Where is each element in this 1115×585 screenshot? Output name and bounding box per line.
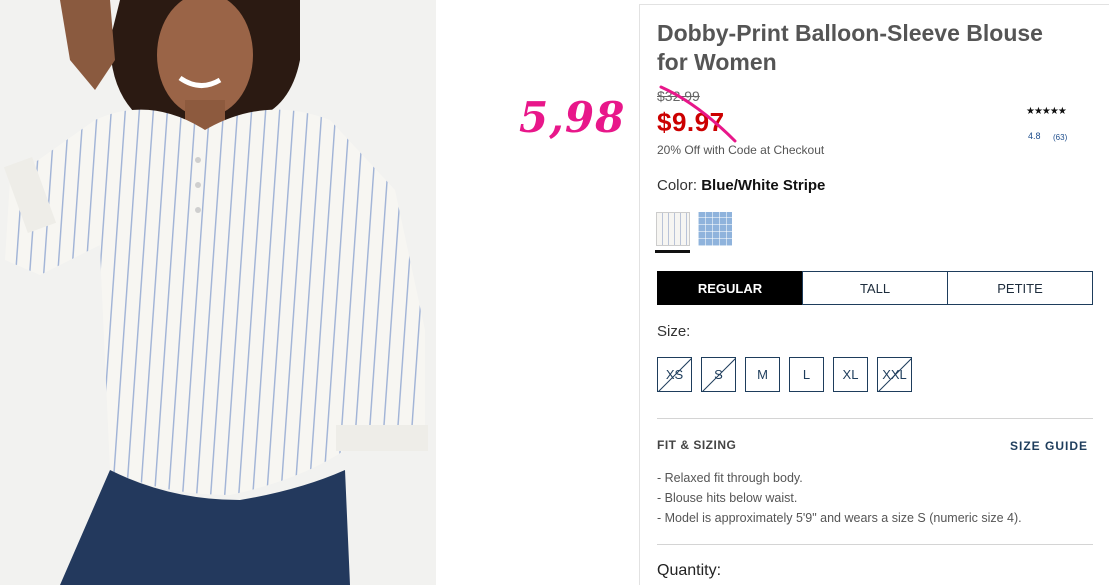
list-item: Blouse hits below waist.	[657, 488, 1022, 508]
promo-text: 20% Off with Code at Checkout	[657, 143, 825, 157]
color-label: Color:	[657, 177, 698, 194]
size-options: XS S M L XL XXL	[657, 357, 921, 392]
fit-tab-tall[interactable]: TALL	[802, 271, 948, 305]
size-option-m[interactable]: M	[745, 357, 780, 392]
product-rating[interactable]: ★★★★★ 4.8 (63)	[1026, 106, 1086, 142]
selected-swatch-indicator	[655, 250, 690, 253]
divider	[657, 544, 1093, 545]
fit-type-tabs: REGULAR TALL PETITE	[657, 271, 1093, 305]
original-price: $32.99	[657, 88, 700, 104]
product-title: Dobby-Print Balloon-Sleeve Blouse for Wo…	[657, 20, 1043, 75]
fit-tab-regular[interactable]: REGULAR	[657, 271, 803, 305]
size-option-xl[interactable]: XL	[833, 357, 868, 392]
size-option-xxl[interactable]: XXL	[877, 357, 912, 392]
model-photo-illustration	[0, 0, 436, 585]
size-option-xs[interactable]: XS	[657, 357, 692, 392]
fit-details-list: Relaxed fit through body. Blouse hits be…	[657, 468, 1022, 528]
size-guide-link[interactable]: SIZE GUIDE	[1010, 439, 1088, 453]
color-swatch-blue-white-stripe[interactable]	[656, 212, 690, 246]
sale-price: $9.97	[657, 107, 725, 137]
product-image[interactable]	[0, 0, 436, 585]
color-swatch-light-blue-check[interactable]	[698, 212, 732, 246]
fit-tab-petite[interactable]: PETITE	[947, 271, 1093, 305]
list-item: Relaxed fit through body.	[657, 468, 1022, 488]
review-count-link[interactable]: (63)	[1053, 133, 1067, 142]
product-details-panel: Dobby-Print Balloon-Sleeve Blouse for Wo…	[639, 4, 1109, 585]
color-selection: Color: Blue/White Stripe	[657, 177, 825, 194]
handwritten-price-note: 5,98	[519, 93, 626, 142]
rating-value: 4.8	[1028, 131, 1041, 141]
fit-sizing-heading: FIT & SIZING	[657, 438, 737, 452]
size-label: Size:	[657, 323, 691, 340]
list-item: Model is approximately 5'9" and wears a …	[657, 508, 1022, 528]
selected-color-name: Blue/White Stripe	[701, 177, 826, 194]
divider	[657, 418, 1093, 419]
star-rating-icon: ★★★★★	[1026, 106, 1067, 117]
quantity-label: Quantity:	[657, 562, 722, 579]
size-option-l[interactable]: L	[789, 357, 824, 392]
size-option-s[interactable]: S	[701, 357, 736, 392]
